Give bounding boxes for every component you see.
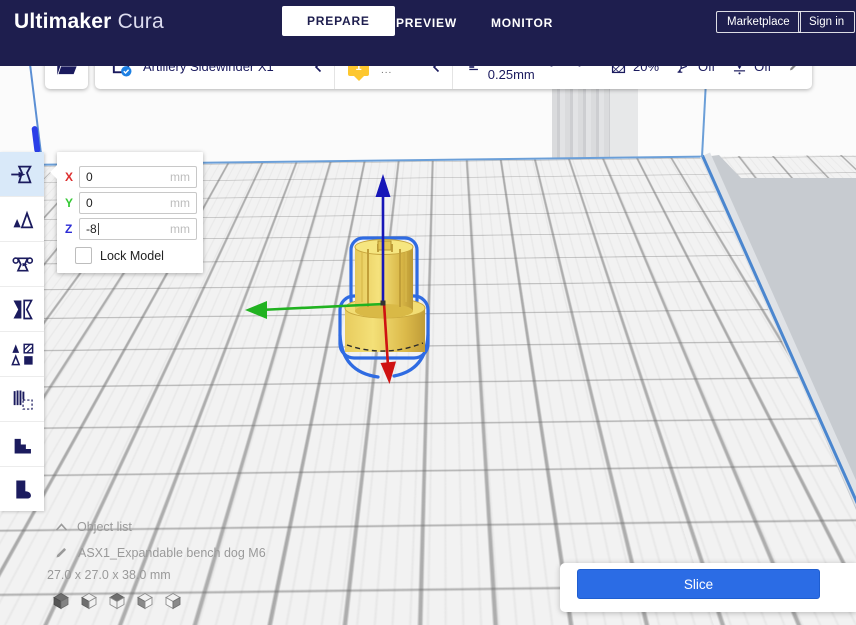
view-right-icon[interactable]	[163, 591, 183, 611]
view-top-icon[interactable]	[107, 591, 127, 611]
tab-prepare[interactable]: PREPARE	[282, 6, 395, 36]
slice-button[interactable]: Slice	[577, 569, 820, 599]
move-tool-panel: X 0 mm Y 0 mm Z -8 mm Lock Model	[57, 152, 203, 273]
x-position-row: X 0 mm	[65, 166, 197, 188]
z-value: -8	[86, 222, 97, 236]
lock-model-label: Lock Model	[100, 249, 164, 263]
x-unit: mm	[170, 170, 190, 184]
text-caret	[98, 223, 99, 235]
object-list-item[interactable]: ASX1_Expandable bench dog M6	[54, 545, 266, 560]
view-orientation-controls	[51, 591, 183, 611]
move-tool-button[interactable]	[0, 152, 44, 197]
chevron-up-icon	[55, 523, 68, 532]
scale-tool-button[interactable]	[0, 197, 44, 242]
x-value: 0	[86, 170, 93, 184]
solid-shape-plugin-icon	[9, 476, 36, 503]
support-blocker-button[interactable]	[0, 377, 44, 422]
x-axis-label: X	[65, 170, 79, 184]
stairs-plugin-icon	[9, 431, 36, 458]
y-position-row: Y 0 mm	[65, 192, 197, 214]
rotate-tool-button[interactable]	[0, 242, 44, 287]
support-blocker-icon	[9, 386, 36, 413]
app-header: Ultimaker Cura PREPARE PREVIEW MONITOR M…	[0, 0, 856, 66]
tab-preview[interactable]: PREVIEW	[396, 8, 457, 38]
mirror-tool-button[interactable]	[0, 287, 44, 332]
z-axis-label: Z	[65, 222, 79, 236]
y-unit: mm	[170, 196, 190, 210]
z-position-input[interactable]: -8 mm	[79, 218, 197, 240]
object-list-toggle[interactable]: Object list	[55, 520, 132, 534]
view-3d-icon[interactable]	[51, 591, 71, 611]
model-dimensions: 27.0 x 27.0 x 38.0 mm	[47, 568, 171, 582]
logo-light: Cura	[118, 10, 164, 33]
z-unit: mm	[170, 222, 190, 236]
y-axis-label: Y	[65, 196, 79, 210]
action-panel: Slice	[560, 563, 856, 612]
rotate-tool-icon	[9, 251, 36, 278]
view-left-icon[interactable]	[135, 591, 155, 611]
move-tool-icon	[9, 161, 36, 188]
stairs-plugin-button[interactable]	[0, 422, 44, 467]
tab-monitor[interactable]: MONITOR	[491, 8, 553, 38]
model-name: ASX1_Expandable bench dog M6	[78, 546, 266, 560]
sign-in-button[interactable]: Sign in	[798, 11, 855, 33]
view-front-icon[interactable]	[79, 591, 99, 611]
solid-shape-plugin-button[interactable]	[0, 467, 44, 511]
scale-tool-icon	[9, 206, 36, 233]
y-axis-arrowhead	[381, 362, 397, 385]
z-axis-arrowhead	[376, 174, 391, 197]
gizmo-center-handle	[381, 301, 386, 306]
x-axis-arrowhead	[245, 301, 267, 319]
nozzle-size: ...	[381, 67, 392, 74]
model-3d[interactable]	[240, 170, 460, 390]
cura-window: Ultimaker Cura PREPARE PREVIEW MONITOR M…	[0, 0, 856, 625]
y-position-input[interactable]: 0 mm	[79, 192, 197, 214]
model-item-icon	[54, 545, 69, 560]
x-position-input[interactable]: 0 mm	[79, 166, 197, 188]
app-logo: Ultimaker Cura	[14, 10, 164, 34]
per-model-settings-icon	[9, 341, 36, 368]
tool-sidebar	[0, 152, 44, 511]
mirror-tool-icon	[9, 296, 36, 323]
lock-model-row: Lock Model	[75, 247, 164, 264]
object-list-label: Object list	[77, 520, 132, 534]
y-value: 0	[86, 196, 93, 210]
lock-model-checkbox[interactable]	[75, 247, 92, 264]
marketplace-button[interactable]: Marketplace	[716, 11, 801, 33]
z-position-row: Z -8 mm	[65, 218, 197, 240]
logo-bold: Ultimaker	[14, 10, 112, 33]
per-model-settings-button[interactable]	[0, 332, 44, 377]
